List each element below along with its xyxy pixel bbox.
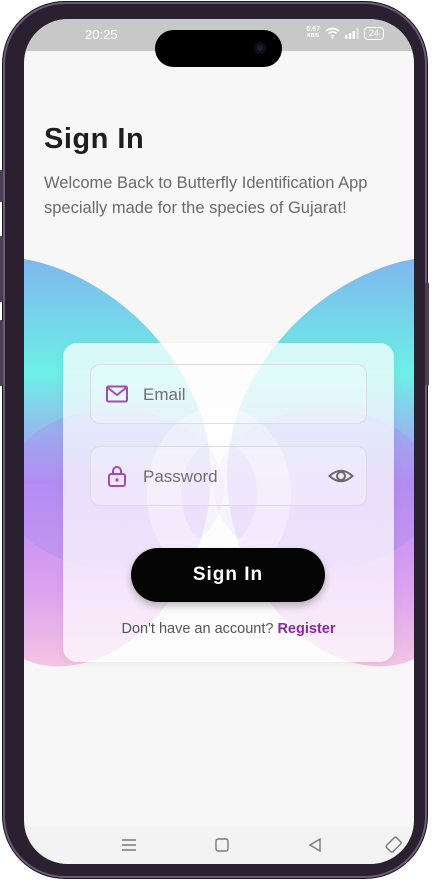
email-input[interactable] [141,365,325,425]
side-button-volume-down [0,320,3,386]
register-link[interactable]: Register [277,621,335,637]
register-prompt: Don't have an account? [121,621,274,637]
password-input[interactable] [141,447,325,507]
menu-icon[interactable] [119,835,139,855]
rotate-icon[interactable] [384,835,404,855]
email-field[interactable] [90,364,367,425]
password-field[interactable] [90,446,367,507]
phone-frame: 20:25 0.67 KB/S 24 Sign In Welcome Back … [0,2,429,878]
system-nav-bar [24,827,414,864]
sign-in-card: Sign In Don't have an account? Register [63,343,394,662]
eye-icon[interactable] [328,464,354,488]
lock-icon [108,466,126,487]
page-title: Sign In [44,123,145,155]
app-screen: 20:25 0.67 KB/S 24 Sign In Welcome Back … [24,19,414,864]
sign-in-button[interactable]: Sign In [131,548,325,602]
side-button-action [0,170,3,202]
home-square-icon[interactable] [212,835,232,855]
side-button-power [425,282,429,386]
back-triangle-icon[interactable] [305,835,325,855]
page-subtitle: Welcome Back to Butterfly Identification… [44,174,368,217]
register-row: Don't have an account? Register [63,621,394,637]
side-button-volume-up [0,236,3,302]
mail-icon [106,385,128,403]
